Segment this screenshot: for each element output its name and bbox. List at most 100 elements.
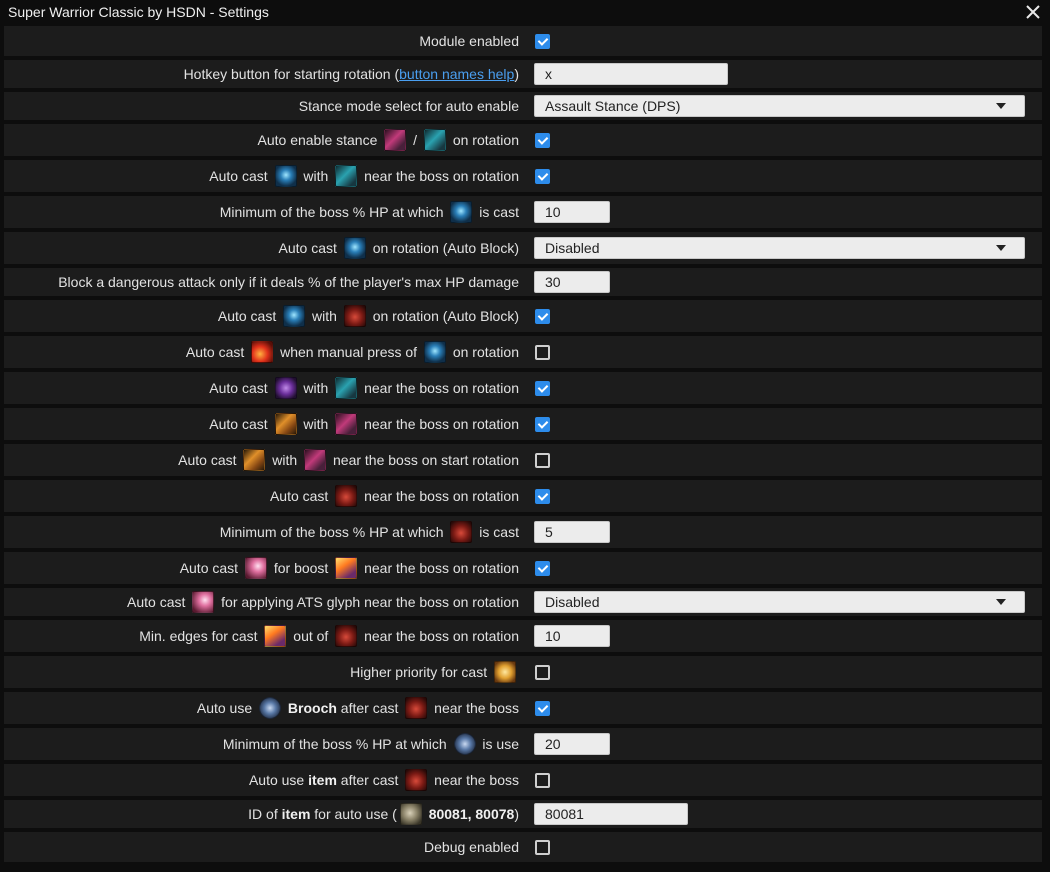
button-names-help-link[interactable]: button names help bbox=[399, 66, 514, 82]
setting-row: Stance mode select for auto enable Assaul… bbox=[4, 92, 1042, 120]
setting-label-text: when manual press of bbox=[276, 344, 421, 360]
blade-draw-icon bbox=[335, 485, 358, 507]
setting-dropdown[interactable]: Disabled bbox=[534, 237, 1025, 259]
setting-row: Minimum of the boss % HP at which is use… bbox=[4, 728, 1042, 760]
beam-icon bbox=[192, 591, 215, 613]
setting-label: Minimum of the boss % HP at which is cas… bbox=[4, 521, 523, 543]
setting-label: Debug enabled bbox=[4, 839, 523, 855]
setting-label-text: Auto enable stance bbox=[257, 132, 382, 148]
assault-stance-icon bbox=[304, 449, 327, 471]
setting-label-text: Higher priority for cast bbox=[350, 664, 491, 680]
setting-checkbox[interactable] bbox=[535, 560, 550, 576]
setting-checkbox[interactable] bbox=[535, 664, 550, 680]
setting-label-text: 80081, 80078 bbox=[428, 806, 515, 822]
dropdown-value: Disabled bbox=[545, 594, 600, 610]
setting-label: Auto cast with near the boss on rotation bbox=[4, 165, 523, 187]
setting-label-text: near the boss on rotation bbox=[360, 168, 519, 184]
setting-dropdown[interactable]: Disabled bbox=[534, 591, 1025, 613]
setting-label-text: Block a dangerous attack only if it deal… bbox=[58, 274, 519, 290]
setting-checkbox[interactable] bbox=[535, 380, 550, 396]
setting-text-input[interactable]: 10 bbox=[534, 625, 610, 647]
setting-label-text: Auto cast bbox=[269, 488, 333, 504]
setting-label: Min. edges for cast out of near the boss… bbox=[4, 625, 523, 647]
setting-label-text: Min. edges for cast bbox=[139, 628, 262, 644]
setting-label-text: Auto use bbox=[248, 772, 309, 788]
item-icon bbox=[399, 803, 422, 825]
setting-label: Auto cast with near the boss on rotation bbox=[4, 377, 523, 399]
setting-checkbox[interactable] bbox=[535, 132, 550, 148]
setting-row: Min. edges for cast out of near the boss… bbox=[4, 620, 1042, 652]
setting-label-text: Auto use bbox=[196, 700, 257, 716]
setting-label-text: after cast bbox=[336, 772, 403, 788]
setting-row: Hotkey button for starting rotation (but… bbox=[4, 60, 1042, 88]
setting-checkbox[interactable] bbox=[535, 33, 550, 49]
setting-label-text: with bbox=[299, 168, 333, 184]
assault-stance-icon bbox=[384, 129, 407, 151]
setting-row: Auto cast when manual press of on rotati… bbox=[4, 336, 1042, 368]
setting-text-input[interactable]: x bbox=[534, 63, 728, 85]
setting-row: Block a dangerous attack only if it deal… bbox=[4, 268, 1042, 296]
orange-blade-icon bbox=[243, 449, 266, 471]
setting-row: Auto cast with near the boss on start ro… bbox=[4, 444, 1042, 476]
setting-label-text: Auto cast bbox=[209, 168, 272, 184]
setting-label-text: is use bbox=[478, 736, 519, 752]
setting-text-input[interactable]: 20 bbox=[534, 733, 610, 755]
block-icon bbox=[343, 237, 366, 259]
setting-label-text: near the boss on rotation bbox=[360, 488, 519, 504]
setting-label: Auto cast for boost near the boss on rot… bbox=[4, 557, 523, 579]
setting-dropdown[interactable]: Assault Stance (DPS) bbox=[534, 95, 1025, 117]
setting-label-text: for applying ATS glyph near the boss on … bbox=[217, 594, 519, 610]
close-icon bbox=[1026, 5, 1040, 19]
setting-row: Auto use Brooch after cast near the boss bbox=[4, 692, 1042, 724]
setting-label-text: near the boss on rotation bbox=[360, 628, 519, 644]
setting-label: Auto cast with near the boss on start ro… bbox=[4, 449, 523, 471]
setting-label-text: near the boss on rotation bbox=[360, 560, 519, 576]
setting-label-text: out of bbox=[289, 628, 333, 644]
setting-checkbox[interactable] bbox=[535, 700, 550, 716]
setting-text-input[interactable]: 10 bbox=[534, 201, 610, 223]
setting-checkbox[interactable] bbox=[535, 168, 550, 184]
block-icon bbox=[423, 341, 446, 363]
setting-label-text: Minimum of the boss % HP at which bbox=[219, 524, 448, 540]
setting-row: ID of item for auto use ( 80081, 80078) 8… bbox=[4, 800, 1042, 828]
setting-label-text: on rotation (Auto Block) bbox=[368, 240, 519, 256]
setting-label-text: is cast bbox=[475, 524, 519, 540]
setting-label: Auto cast with on rotation (Auto Block) bbox=[4, 305, 523, 327]
assault-stance-icon bbox=[335, 413, 358, 435]
setting-row: Auto cast with near the boss on rotation bbox=[4, 408, 1042, 440]
chevron-down-icon bbox=[996, 245, 1006, 251]
brooch-icon bbox=[259, 697, 282, 719]
title-bar: Super Warrior Classic by HSDN - Settings bbox=[0, 0, 1050, 24]
setting-checkbox[interactable] bbox=[535, 344, 550, 360]
setting-row: Auto cast on rotation (Auto Block) Disabl… bbox=[4, 232, 1042, 264]
setting-label-text: Auto cast bbox=[209, 416, 272, 432]
setting-checkbox[interactable] bbox=[535, 772, 550, 788]
setting-label-text: with bbox=[299, 416, 333, 432]
setting-label-text: Module enabled bbox=[419, 33, 519, 49]
fire-slash-icon bbox=[251, 341, 274, 363]
setting-label: Auto cast with near the boss on rotation bbox=[4, 413, 523, 435]
setting-label-text: item bbox=[281, 806, 311, 822]
setting-checkbox[interactable] bbox=[535, 416, 550, 432]
setting-label: Auto use item after cast near the boss bbox=[4, 769, 523, 791]
deadly-gamble-icon bbox=[274, 165, 297, 187]
setting-label-text: after cast bbox=[336, 700, 403, 716]
setting-row: Auto enable stance / on rotation bbox=[4, 124, 1042, 156]
setting-row: Auto cast near the boss on rotation bbox=[4, 480, 1042, 512]
setting-checkbox[interactable] bbox=[535, 839, 550, 855]
setting-checkbox[interactable] bbox=[535, 308, 550, 324]
star-burst-icon bbox=[494, 661, 516, 683]
setting-label-text: Stance mode select for auto enable bbox=[298, 98, 519, 114]
flare-icon bbox=[335, 557, 358, 579]
setting-label: Auto cast near the boss on rotation bbox=[4, 485, 523, 507]
setting-text-input[interactable]: 30 bbox=[534, 271, 610, 293]
setting-text-input[interactable]: 5 bbox=[534, 521, 610, 543]
close-button[interactable] bbox=[1022, 1, 1044, 23]
setting-text-input[interactable]: 80081 bbox=[534, 803, 688, 825]
setting-label-text: near the boss on start rotation bbox=[329, 452, 519, 468]
setting-checkbox[interactable] bbox=[535, 452, 550, 468]
setting-row: Debug enabled bbox=[4, 832, 1042, 862]
setting-checkbox[interactable] bbox=[535, 488, 550, 504]
setting-label-text: near the boss on rotation bbox=[360, 416, 519, 432]
setting-label-text: item bbox=[308, 772, 337, 788]
